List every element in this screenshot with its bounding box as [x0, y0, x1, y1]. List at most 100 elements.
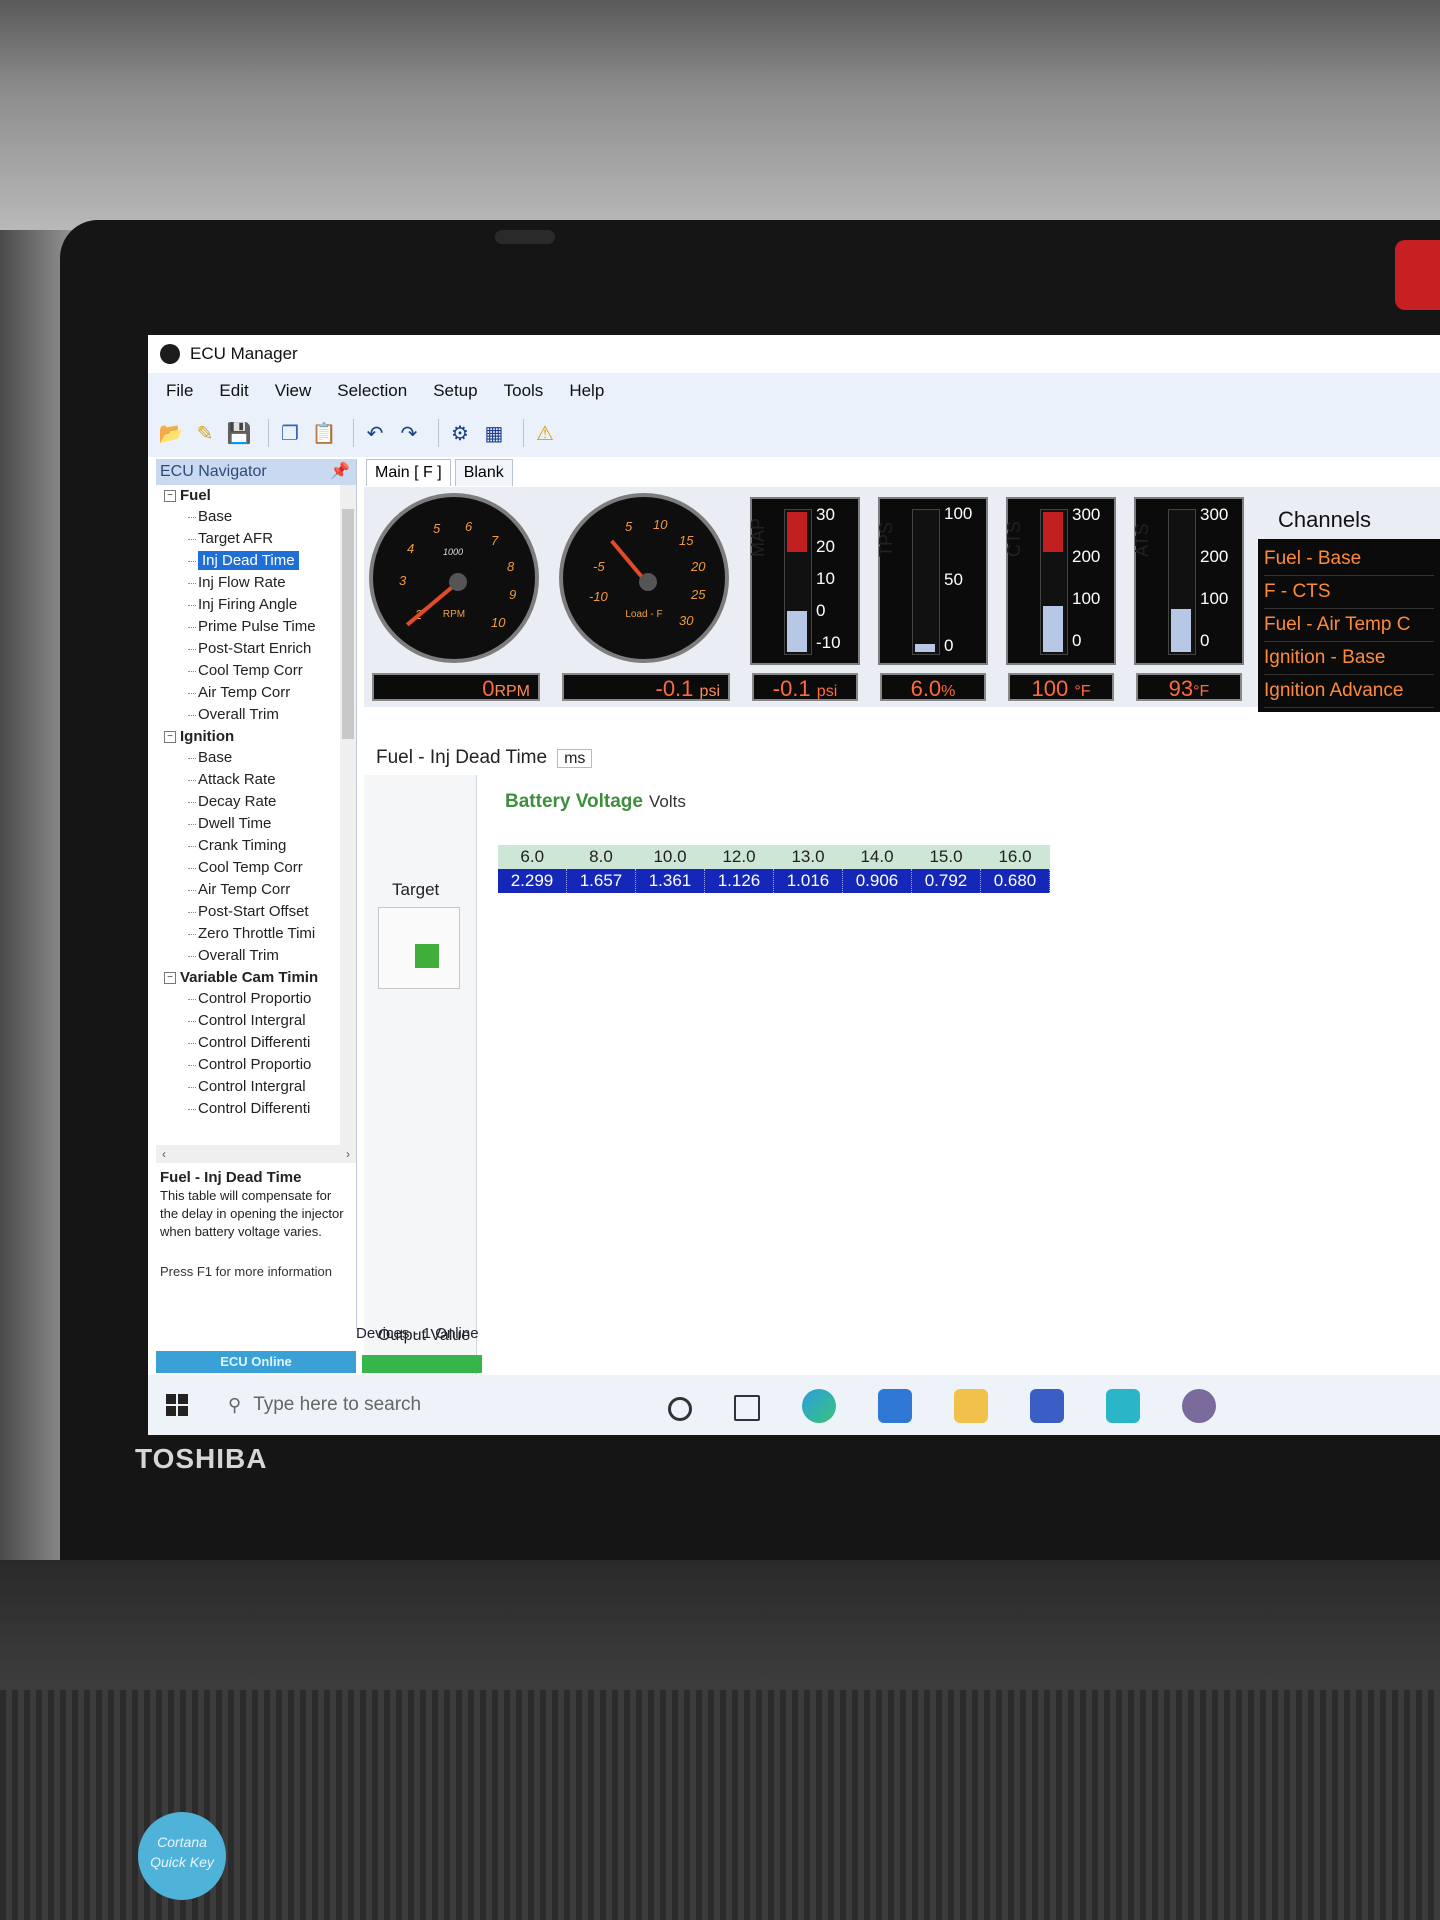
mail-icon[interactable]	[878, 1389, 912, 1423]
value-cell[interactable]: 0.680	[980, 869, 1050, 893]
value-cell[interactable]: 1.657	[566, 869, 636, 893]
value-cell[interactable]: 0.906	[842, 869, 912, 893]
menu-tools[interactable]: Tools	[504, 381, 544, 401]
tree-item[interactable]: Base	[156, 747, 356, 769]
pin-icon[interactable]: 📌	[330, 459, 350, 485]
tree-item[interactable]: Crank Timing	[156, 835, 356, 857]
channel-item[interactable]: Ignition - Base	[1264, 642, 1434, 675]
copy-icon[interactable]: ❐	[277, 420, 303, 446]
devices-status: Devices - 1 Online	[356, 1325, 479, 1342]
save-icon[interactable]: 💾	[226, 420, 252, 446]
tree-item[interactable]: Attack Rate	[156, 769, 356, 791]
title-bar: ECU Manager	[148, 335, 1440, 373]
tree-item[interactable]: Overall Trim	[156, 945, 356, 967]
value-cell[interactable]: 1.016	[773, 869, 843, 893]
axis-label: Battery Voltage Volts	[505, 791, 686, 813]
tree-item[interactable]: Control Intergral	[156, 1076, 356, 1098]
gear-icon[interactable]: ⚙	[447, 420, 473, 446]
tree-item[interactable]: Inj Firing Angle	[156, 594, 356, 616]
tree-item[interactable]: Target AFR	[156, 528, 356, 550]
undo-icon[interactable]: ↶	[362, 420, 388, 446]
ats-gauge: 300 200 100 0 ATS 93°F	[1128, 487, 1248, 707]
search-icon: ⚲	[228, 1394, 242, 1415]
collapse-icon[interactable]: −	[164, 971, 176, 984]
channel-item[interactable]: Fuel - Air Temp C	[1264, 609, 1434, 642]
target-cell	[415, 944, 439, 968]
tree-item[interactable]: Control Differenti	[156, 1032, 356, 1054]
horizontal-scrollbar[interactable]: ‹ ›	[156, 1145, 356, 1163]
map-label: MAP	[748, 517, 768, 557]
description-body: This table will compensate for the delay…	[160, 1188, 344, 1239]
channel-item[interactable]: Fuel - Base	[1264, 543, 1434, 576]
ats-readout: 93°F	[1136, 673, 1242, 701]
grid-table-icon[interactable]: ▦	[481, 420, 507, 446]
tree-item[interactable]: Prime Pulse Time	[156, 616, 356, 638]
scroll-left-icon[interactable]: ‹	[162, 1147, 166, 1161]
load-dial-label: Load - F	[625, 609, 663, 620]
search-placeholder: Type here to search	[253, 1394, 422, 1415]
paste-icon[interactable]: 📋	[311, 420, 337, 446]
tree-item[interactable]: Control Proportio	[156, 1054, 356, 1076]
menu-help[interactable]: Help	[569, 381, 604, 401]
tree-item[interactable]: Cool Temp Corr	[156, 660, 356, 682]
tree-group-fuel[interactable]: − Fuel	[156, 485, 356, 506]
edge-icon[interactable]	[802, 1389, 836, 1423]
tab-blank[interactable]: Blank	[454, 459, 513, 486]
menu-edit[interactable]: Edit	[219, 381, 248, 401]
channel-item[interactable]: Ignition Advance	[1264, 675, 1434, 708]
file-explorer-icon[interactable]	[954, 1389, 988, 1423]
rpm-readout: 0RPM	[372, 673, 540, 701]
tree-item[interactable]: Cool Temp Corr	[156, 857, 356, 879]
menu-file[interactable]: File	[166, 381, 193, 401]
tree-group-vct[interactable]: − Variable Cam Timin	[156, 967, 356, 988]
open-folder-icon[interactable]: 📂	[158, 420, 184, 446]
value-cell[interactable]: 1.361	[635, 869, 705, 893]
dial-tick: -5	[593, 559, 605, 574]
value-cell[interactable]: 0.792	[911, 869, 981, 893]
menu-setup[interactable]: Setup	[433, 381, 477, 401]
value-cell[interactable]: 2.299	[498, 869, 567, 893]
app-circle-icon[interactable]	[1182, 1389, 1216, 1423]
tree-item-selected[interactable]: Inj Dead Time	[156, 550, 356, 572]
task-view-icon[interactable]	[734, 1395, 760, 1421]
redo-icon[interactable]: ↷	[396, 420, 422, 446]
tree-item[interactable]: Control Differenti	[156, 1098, 356, 1120]
tab-main[interactable]: Main [ F ]	[366, 459, 451, 486]
menu-selection[interactable]: Selection	[337, 381, 407, 401]
settings-app-icon[interactable]	[1106, 1389, 1140, 1423]
channel-item[interactable]: F - CTS	[1264, 576, 1434, 609]
tree-item[interactable]: Overall Trim	[156, 704, 356, 726]
rpm-dial-label: RPM	[442, 609, 466, 620]
tree-group-ignition[interactable]: − Ignition	[156, 726, 356, 747]
scroll-right-icon[interactable]: ›	[346, 1147, 350, 1161]
tree-item[interactable]: Decay Rate	[156, 791, 356, 813]
edit-icon[interactable]: ✎	[192, 420, 218, 446]
tree-scrollbar[interactable]	[340, 485, 356, 1145]
tree-item[interactable]: Air Temp Corr	[156, 682, 356, 704]
tree-item[interactable]: Post-Start Offset	[156, 901, 356, 923]
tree-item[interactable]: Inj Flow Rate	[156, 572, 356, 594]
value-cell[interactable]: 1.126	[704, 869, 774, 893]
tree-item[interactable]: Base	[156, 506, 356, 528]
tree-item[interactable]: Post-Start Enrich	[156, 638, 356, 660]
collapse-icon[interactable]: −	[164, 730, 176, 743]
tree-item[interactable]: Dwell Time	[156, 813, 356, 835]
map-gauge: 30 20 10 0 -10 MAP -0.1 psi	[744, 487, 864, 707]
scroll-thumb[interactable]	[342, 509, 354, 739]
tree-item[interactable]: Control Proportio	[156, 988, 356, 1010]
cts-label: CTS	[1004, 521, 1024, 557]
progress-bar	[362, 1355, 482, 1373]
toolbar-separator	[268, 419, 269, 447]
store-icon[interactable]	[1030, 1389, 1064, 1423]
windows-start-icon[interactable]	[166, 1394, 188, 1416]
taskbar-search[interactable]: ⚲ Type here to search	[228, 1394, 421, 1416]
tree-item[interactable]: Zero Throttle Timi	[156, 923, 356, 945]
tree-item[interactable]: Control Intergral	[156, 1010, 356, 1032]
target-grid[interactable]	[378, 907, 460, 989]
collapse-icon[interactable]: −	[164, 489, 176, 502]
cortana-circle-icon[interactable]	[668, 1397, 692, 1421]
voltage-header-row: 6.0 8.0 10.0 12.0 13.0 14.0 15.0 16.0	[498, 845, 1050, 869]
warning-icon[interactable]: ⚠	[532, 420, 558, 446]
menu-view[interactable]: View	[275, 381, 312, 401]
tree-item[interactable]: Air Temp Corr	[156, 879, 356, 901]
